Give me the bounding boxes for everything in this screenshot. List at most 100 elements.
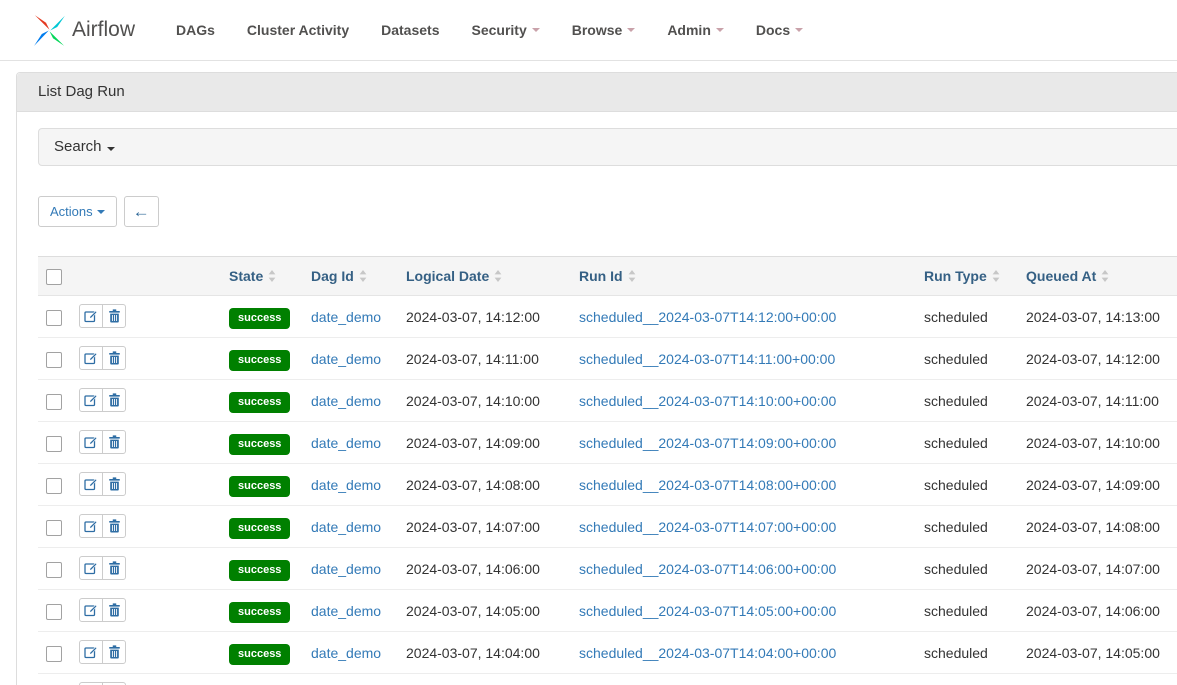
run-type-cell: scheduled <box>916 506 1018 548</box>
status-badge: success <box>229 308 290 329</box>
dag-id-link[interactable]: date_demo <box>311 435 381 451</box>
row-select-cell <box>38 296 71 338</box>
row-checkbox[interactable] <box>46 352 62 368</box>
nav-item-datasets[interactable]: Datasets <box>365 22 455 38</box>
back-button[interactable]: ← <box>124 196 159 227</box>
run-id-cell: scheduled__2024-03-07T14:11:00+00:00 <box>571 338 916 380</box>
row-checkbox[interactable] <box>46 394 62 410</box>
run-id-link[interactable]: scheduled__2024-03-07T14:09:00+00:00 <box>579 435 836 451</box>
dag-id-cell: date_demo <box>303 422 398 464</box>
dag-run-table: State Dag Id Logical Date Run Id Run Typ… <box>38 256 1177 685</box>
table-row: success date_demo 2024-03-07, 14:09:00 s… <box>38 422 1177 464</box>
edit-button[interactable] <box>79 430 103 454</box>
dag-id-link[interactable]: date_demo <box>311 393 381 409</box>
edit-button[interactable] <box>79 640 103 664</box>
dag-id-link[interactable]: date_demo <box>311 519 381 535</box>
delete-button[interactable] <box>102 472 126 496</box>
dag-id-link[interactable]: date_demo <box>311 561 381 577</box>
run-id-link[interactable]: scheduled__2024-03-07T14:05:00+00:00 <box>579 603 836 619</box>
trash-icon <box>108 351 121 365</box>
dag-id-link[interactable]: date_demo <box>311 351 381 367</box>
run-id-cell: scheduled__2024-03-07T14:05:00+00:00 <box>571 590 916 632</box>
row-checkbox[interactable] <box>46 310 62 326</box>
run-id-link[interactable]: scheduled__2024-03-07T14:11:00+00:00 <box>579 351 835 367</box>
queued-at-cell: 2024-03-07, 14:08:00 <box>1018 506 1177 548</box>
logical-date-cell: 2024-03-07, 14:12:00 <box>398 296 571 338</box>
search-accordion-toggle[interactable]: Search <box>38 128 1177 166</box>
edit-button[interactable] <box>79 514 103 538</box>
logical-date-cell: 2024-03-07, 14:04:00 <box>398 632 571 674</box>
delete-button[interactable] <box>102 514 126 538</box>
dag-id-link[interactable]: date_demo <box>311 309 381 325</box>
chevron-down-icon <box>627 28 635 32</box>
select-all-header-cell <box>38 257 71 296</box>
queued-at-cell: 2024-03-07, 14:04:00 <box>1018 674 1177 685</box>
sort-icon <box>628 270 636 282</box>
status-badge: success <box>229 392 290 413</box>
logical-date-cell: 2024-03-07, 14:09:00 <box>398 422 571 464</box>
column-header-run-type[interactable]: Run Type <box>916 257 1018 296</box>
row-checkbox[interactable] <box>46 562 62 578</box>
trash-icon <box>108 393 121 407</box>
nav-item-browse[interactable]: Browse <box>556 22 652 38</box>
run-id-link[interactable]: scheduled__2024-03-07T14:12:00+00:00 <box>579 309 836 325</box>
column-header-logical-date[interactable]: Logical Date <box>398 257 571 296</box>
run-id-link[interactable]: scheduled__2024-03-07T14:07:00+00:00 <box>579 519 836 535</box>
logical-date-cell: 2024-03-07, 14:05:00 <box>398 590 571 632</box>
edit-button[interactable] <box>79 556 103 580</box>
dag-id-cell: date_demo <box>303 548 398 590</box>
state-cell: success <box>221 422 303 464</box>
nav-item-security[interactable]: Security <box>455 22 555 38</box>
queued-at-cell: 2024-03-07, 14:07:00 <box>1018 548 1177 590</box>
delete-button[interactable] <box>102 598 126 622</box>
column-header-queued-at[interactable]: Queued At <box>1018 257 1177 296</box>
run-id-cell: scheduled__2024-03-07T14:12:00+00:00 <box>571 296 916 338</box>
actions-dropdown-button[interactable]: Actions <box>38 196 117 227</box>
table-row: success date_demo 2024-03-07, 14:07:00 s… <box>38 506 1177 548</box>
nav-item-cluster-activity[interactable]: Cluster Activity <box>231 22 365 38</box>
delete-button[interactable] <box>102 304 126 328</box>
nav-item-admin[interactable]: Admin <box>651 22 740 38</box>
row-checkbox[interactable] <box>46 478 62 494</box>
row-checkbox[interactable] <box>46 646 62 662</box>
dag-id-cell: date_demo <box>303 632 398 674</box>
dag-id-link[interactable]: date_demo <box>311 603 381 619</box>
row-checkbox[interactable] <box>46 436 62 452</box>
dag-id-link[interactable]: date_demo <box>311 645 381 661</box>
dag-id-link[interactable]: date_demo <box>311 477 381 493</box>
table-row: success date_demo 2024-03-07, 14:04:00 s… <box>38 632 1177 674</box>
row-checkbox[interactable] <box>46 604 62 620</box>
nav-item-docs[interactable]: Docs <box>740 22 819 38</box>
edit-button[interactable] <box>79 346 103 370</box>
run-id-link[interactable]: scheduled__2024-03-07T14:04:00+00:00 <box>579 645 836 661</box>
run-id-link[interactable]: scheduled__2024-03-07T14:10:00+00:00 <box>579 393 836 409</box>
delete-button[interactable] <box>102 346 126 370</box>
select-all-checkbox[interactable] <box>46 269 62 285</box>
column-header-state[interactable]: State <box>221 257 303 296</box>
trash-icon <box>108 561 121 575</box>
edit-button[interactable] <box>79 304 103 328</box>
column-header-dag-id[interactable]: Dag Id <box>303 257 398 296</box>
run-id-cell: scheduled__2024-03-07T14:07:00+00:00 <box>571 506 916 548</box>
edit-button[interactable] <box>79 472 103 496</box>
row-checkbox[interactable] <box>46 520 62 536</box>
delete-button[interactable] <box>102 430 126 454</box>
airflow-brand-link[interactable]: Airflow <box>32 13 135 48</box>
delete-button[interactable] <box>102 640 126 664</box>
row-select-cell <box>38 380 71 422</box>
delete-button[interactable] <box>102 388 126 412</box>
queued-at-cell: 2024-03-07, 14:09:00 <box>1018 464 1177 506</box>
delete-button[interactable] <box>102 556 126 580</box>
state-cell: success <box>221 338 303 380</box>
edit-button[interactable] <box>79 598 103 622</box>
row-actions-cell <box>71 338 221 380</box>
sort-icon <box>359 270 367 282</box>
run-id-link[interactable]: scheduled__2024-03-07T14:06:00+00:00 <box>579 561 836 577</box>
run-id-link[interactable]: scheduled__2024-03-07T14:08:00+00:00 <box>579 477 836 493</box>
dag-id-cell: date_demo <box>303 506 398 548</box>
nav-item-dags[interactable]: DAGs <box>160 22 231 38</box>
run-type-cell: scheduled <box>916 464 1018 506</box>
edit-button[interactable] <box>79 388 103 412</box>
run-type-cell: scheduled <box>916 590 1018 632</box>
column-header-run-id[interactable]: Run Id <box>571 257 916 296</box>
